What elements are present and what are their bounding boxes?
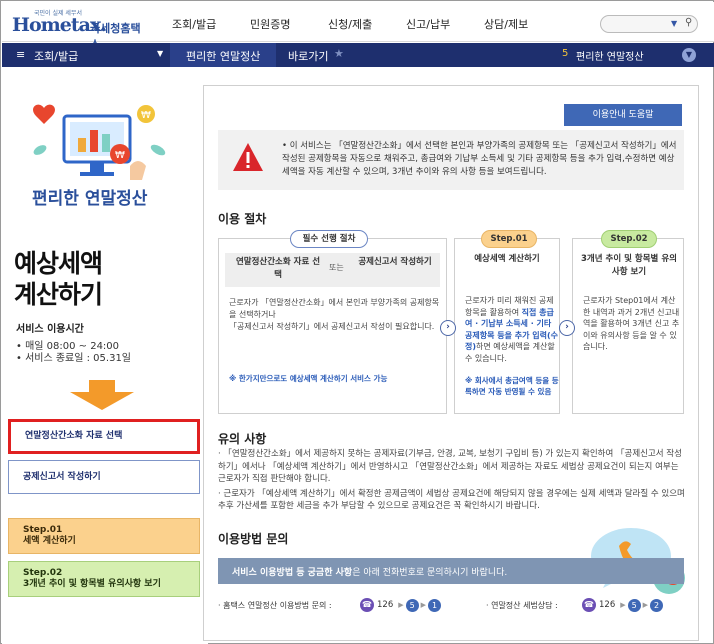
prerequisite-header: 연말정산간소화 자료 선택 또는 공제신고서 작성하기 bbox=[225, 253, 440, 287]
prerequisite-note: ※ 한가지만으로도 예상세액 계산하기 서비스 가능 bbox=[229, 374, 388, 383]
tax-consult-phone: ☎ 126 ▶ 5 ▶ 2 bbox=[582, 598, 664, 612]
step02-trend-view-button[interactable]: Step.02 3개년 추이 및 항목별 유의사항 보기 bbox=[8, 561, 200, 597]
category-dropdown-icon[interactable]: ▼ bbox=[157, 49, 163, 58]
notes-list: · 「연말정산간소화」에서 제공하지 못하는 공제자료(기부금, 안경, 교복,… bbox=[218, 448, 688, 515]
service-notice-text: • 이 서비스는 「연말정산간소화」에서 선택한 본인과 부양가족의 공제항목 … bbox=[282, 141, 677, 177]
hometax-inquiry-phone: ☎ 126 ▶ 5 ▶ 1 bbox=[360, 598, 442, 612]
favorite-star-icon[interactable]: ★ bbox=[334, 47, 344, 60]
step01-description: 근로자가 미리 채워진 공제항목을 활용하여 직접 총급여 · 기납부 소득세 … bbox=[465, 296, 558, 363]
option-simplified-data: 연말정산간소화 자료 선택 bbox=[235, 257, 321, 280]
nav-item-application[interactable]: 신청/제출 bbox=[328, 16, 406, 32]
nav-item-report[interactable]: 신고/납부 bbox=[406, 16, 484, 32]
select-simplified-data-button[interactable]: 연말정산간소화 자료 선택 bbox=[8, 419, 200, 454]
prerequisite-box: 연말정산간소화 자료 선택 또는 공제신고서 작성하기 근로자가 「연말정산간소… bbox=[218, 238, 447, 414]
phone-icon: ☎ bbox=[582, 598, 596, 612]
recent-count: 5 bbox=[562, 48, 569, 59]
option-deduction-report: 공제신고서 작성하기 bbox=[358, 257, 432, 267]
inquiry-heading: 이용방법 문의 bbox=[218, 532, 289, 546]
option-or: 또는 bbox=[329, 263, 344, 272]
service-subtitle: 편리한 연말정산 bbox=[32, 189, 148, 209]
help-guide-button[interactable]: 이용안내 도움말 bbox=[564, 104, 682, 126]
tax-consult-label: · 연말정산 세법상담 : bbox=[486, 601, 558, 610]
warning-icon bbox=[233, 143, 263, 171]
service-hours-title: 서비스 이용시간 bbox=[16, 324, 84, 335]
top-nav: 조회/발급 민원증명 신청/제출 신고/납부 상담/제보 bbox=[172, 16, 562, 32]
note-item: · 「연말정산간소화」에서 제공하지 못하는 공제자료(기부금, 안경, 교복,… bbox=[218, 449, 682, 484]
nav-item-consult[interactable]: 상담/제보 bbox=[484, 16, 562, 32]
svg-text:₩: ₩ bbox=[141, 110, 151, 121]
left-sidebar: ₩ ₩ 편리한 연말정산 예상세액 계산하기 서비스 이용시간 • 매일 08:… bbox=[2, 68, 208, 644]
chevron-right-icon: › bbox=[440, 320, 456, 336]
note-item: · 근로자가 「예상세액 계산하기」에서 확정한 공제금액이 세법상 공제요건에… bbox=[218, 488, 685, 512]
tax-illustration-icon: ₩ ₩ bbox=[33, 104, 166, 180]
required-step-pill: 필수 선행 절차 bbox=[290, 230, 368, 248]
step02-title: 3개년 추이 및 항목별 유의사항 보기 bbox=[581, 254, 677, 277]
step02-description: 근로자가 Step01에서 계산한 내역과 과거 2개년 신고내역을 활용하여 … bbox=[583, 296, 680, 351]
category-label[interactable]: 조회/발급 bbox=[34, 48, 78, 64]
service-end-date: • 서비스 종료일 : 05.31일 bbox=[16, 353, 132, 364]
step01-title: 예상세액 계산하기 bbox=[474, 254, 540, 264]
location-navbar: ≡ 조회/발급 ▼ 편리한 연말정산 바로가기 ★ 5 편리한 연말정산 ▼ bbox=[2, 43, 714, 67]
arrow-right-icon: ▶ bbox=[642, 601, 649, 609]
search-dropdown-icon[interactable]: ▼ bbox=[671, 19, 677, 28]
top-header: 국민이 실제 세무서 Hometax. 국세청홈택스 조회/발급 민원증명 신청… bbox=[2, 2, 714, 51]
breadcrumb-current[interactable]: 편리한 연말정산 bbox=[170, 43, 276, 67]
notes-heading: 유의 사항 bbox=[218, 432, 267, 446]
procedure-heading: 이용 절차 bbox=[218, 212, 267, 226]
prerequisite-description: 근로자가 「연말정산간소화」에서 본인과 부양가족의 공제항목을 선택하거나 「… bbox=[229, 298, 440, 331]
search-icon[interactable]: ⚲ bbox=[685, 17, 692, 28]
step01-calculate-tax-button[interactable]: Step.01 세액 계산하기 bbox=[8, 518, 200, 554]
main-content: 이용안내 도움말 • 이 서비스는 「연말정산간소화」에서 선택한 본인과 부양… bbox=[203, 85, 699, 641]
arrow-down-icon bbox=[70, 380, 134, 410]
page-frame: 국민이 실제 세무서 Hometax. 국세청홈택스 조회/발급 민원증명 신청… bbox=[0, 0, 714, 644]
inquiry-banner-text: 서비스 이용방법 등 궁금한 사항은 아래 전화번호로 문의하시기 바랍니다. bbox=[232, 568, 508, 578]
step02-box: 3개년 추이 및 항목별 유의사항 보기 근로자가 Step01에서 계산한 내… bbox=[572, 238, 684, 414]
recent-menu-label[interactable]: 편리한 연말정산 bbox=[576, 48, 644, 63]
arrow-right-icon: ▶ bbox=[620, 601, 626, 609]
nav-item-inquiry[interactable]: 조회/발급 bbox=[172, 16, 250, 32]
step01-box: 예상세액 계산하기 근로자가 미리 채워진 공제항목을 활용하여 직접 총급여 … bbox=[454, 238, 560, 414]
nav-item-certificate[interactable]: 민원증명 bbox=[250, 16, 328, 32]
arrow-right-icon: ▶ bbox=[420, 601, 427, 609]
svg-text:₩: ₩ bbox=[115, 150, 125, 161]
hometax-inquiry-label: · 홈택스 연말정산 이용방법 문의 : bbox=[218, 601, 332, 610]
step01-pill: Step.01 bbox=[481, 230, 537, 248]
phone-icon: ☎ bbox=[360, 598, 374, 612]
page-title: 예상세액 계산하기 bbox=[14, 249, 103, 309]
search-input[interactable]: ▼ ⚲ bbox=[600, 15, 698, 33]
chevron-right-icon: › bbox=[559, 320, 575, 336]
arrow-right-icon: ▶ bbox=[398, 601, 404, 609]
service-notice-box: • 이 서비스는 「연말정산간소화」에서 선택한 본인과 부양가족의 공제항목 … bbox=[218, 130, 684, 190]
menu-icon[interactable]: ≡ bbox=[16, 48, 25, 61]
inquiry-banner: 서비스 이용방법 등 궁금한 사항은 아래 전화번호로 문의하시기 바랍니다. bbox=[218, 558, 684, 584]
chevron-down-icon[interactable]: ▼ bbox=[682, 48, 696, 62]
hometax-logo[interactable]: 국민이 실제 세무서 Hometax. 국세청홈택스 bbox=[12, 8, 142, 51]
step02-pill: Step.02 bbox=[601, 230, 657, 248]
write-deduction-report-button[interactable]: 공제신고서 작성하기 bbox=[8, 460, 200, 494]
step01-note: ※ 회사에서 총급여액 등을 등록하면 자동 반영될 수 있음 bbox=[465, 376, 559, 396]
